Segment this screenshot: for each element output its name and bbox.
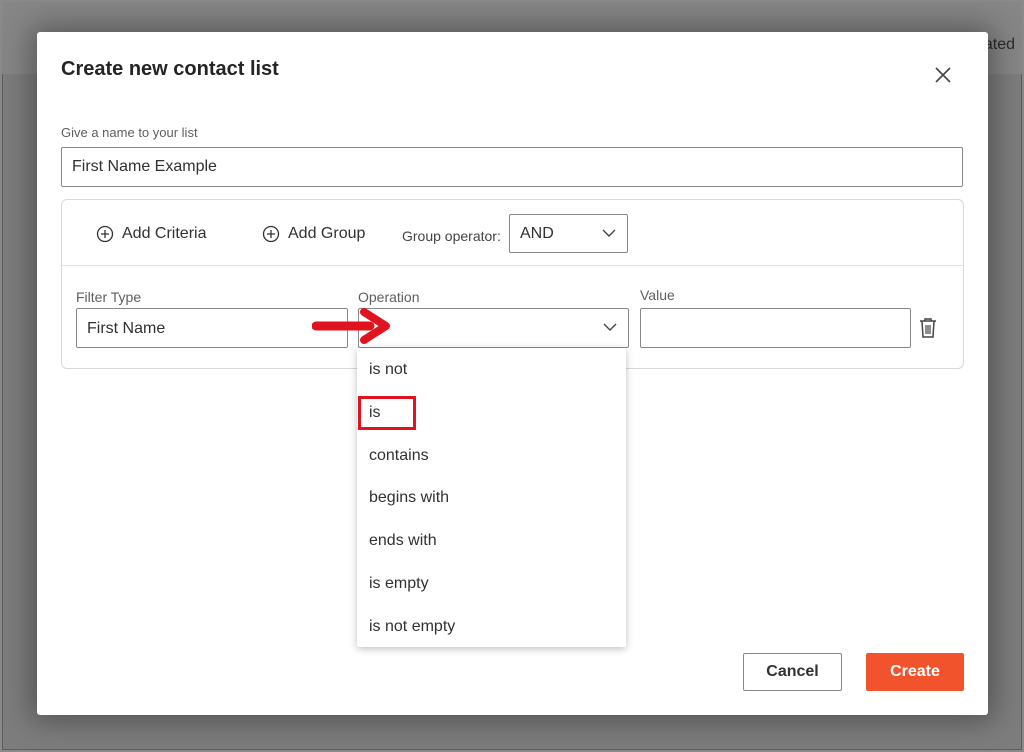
group-operator-value: AND: [520, 225, 554, 242]
group-operator-label: Group operator:: [402, 228, 501, 244]
operation-dropdown: is not is contains begins with ends with…: [357, 348, 626, 647]
red-arrow-annotation: [312, 308, 390, 344]
delete-criteria-button[interactable]: [919, 317, 937, 339]
operation-label: Operation: [358, 289, 420, 305]
filter-type-select[interactable]: First Name: [76, 308, 348, 348]
operation-option-begins-with[interactable]: begins with: [357, 476, 626, 519]
value-input[interactable]: [640, 308, 911, 348]
list-name-label: Give a name to your list: [61, 125, 198, 140]
highlight-box-annotation: [358, 396, 416, 430]
filter-type-value: First Name: [87, 320, 166, 337]
operation-option-is-not[interactable]: is not: [357, 348, 626, 391]
cancel-button[interactable]: Cancel: [743, 653, 842, 691]
value-label: Value: [640, 287, 675, 303]
operation-option-is-empty[interactable]: is empty: [357, 562, 626, 605]
close-button[interactable]: [932, 64, 954, 86]
add-criteria-button[interactable]: Add Criteria: [96, 225, 206, 243]
chevron-down-icon: [603, 323, 617, 331]
operation-option-is-not-empty[interactable]: is not empty: [357, 605, 626, 648]
list-name-input[interactable]: [61, 147, 963, 187]
operation-option-ends-with[interactable]: ends with: [357, 519, 626, 562]
create-button[interactable]: Create: [866, 653, 964, 691]
filter-type-label: Filter Type: [76, 289, 142, 305]
add-group-label: Add Group: [288, 225, 366, 242]
criteria-panel: Add Criteria Add Group Group operator: A…: [61, 199, 964, 369]
plus-circle-icon: [262, 225, 280, 243]
operation-option-contains[interactable]: contains: [357, 434, 626, 477]
divider: [62, 265, 963, 266]
chevron-down-icon: [602, 229, 616, 237]
trash-icon: [920, 318, 936, 338]
dialog-title: Create new contact list: [61, 58, 279, 80]
add-group-button[interactable]: Add Group: [262, 225, 365, 243]
plus-circle-icon: [96, 225, 114, 243]
close-icon: [935, 67, 951, 83]
group-operator-select[interactable]: AND: [509, 214, 628, 253]
add-criteria-label: Add Criteria: [122, 225, 207, 242]
create-contact-list-dialog: Create new contact list Give a name to y…: [37, 32, 988, 715]
